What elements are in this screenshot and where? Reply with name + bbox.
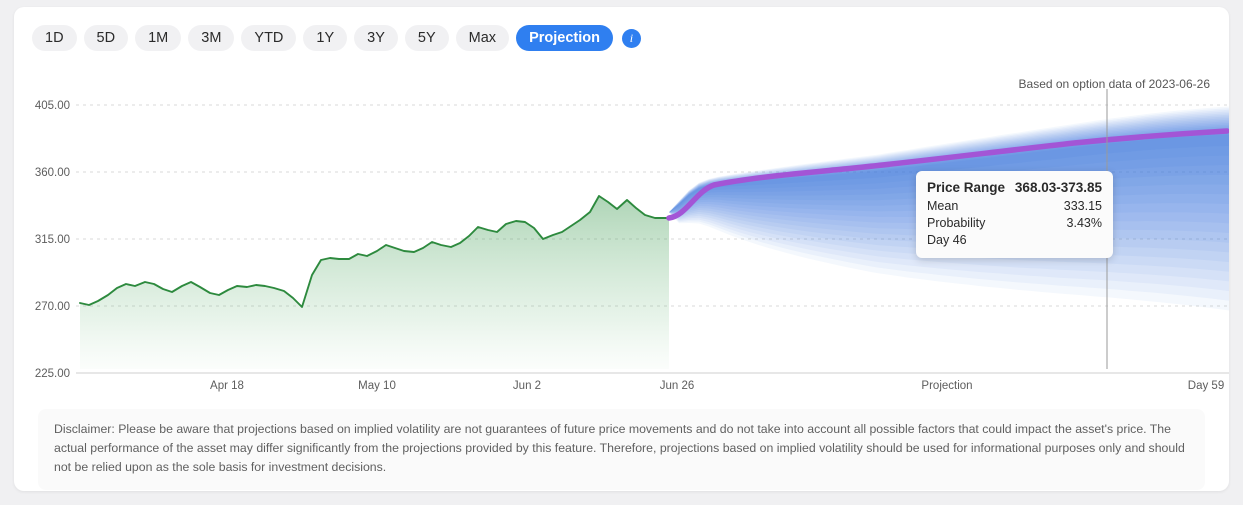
tooltip-probability-row: Probability 3.43% [927,215,1102,232]
range-button-1d[interactable]: 1D [32,25,77,51]
svg-text:Jun 2: Jun 2 [513,380,541,392]
chart-tooltip: Price Range 368.03-373.85 Mean 333.15 Pr… [916,171,1113,258]
range-button-1y[interactable]: 1Y [303,25,347,51]
range-button-3m[interactable]: 3M [188,25,234,51]
disclaimer-text: Disclaimer: Please be aware that project… [38,409,1205,490]
time-range-selector: 1D 5D 1M 3M YTD 1Y 3Y 5Y Max Projection … [32,25,641,51]
svg-text:405.00: 405.00 [35,100,70,112]
range-button-1m[interactable]: 1M [135,25,181,51]
range-button-ytd[interactable]: YTD [241,25,296,51]
svg-text:Apr 18: Apr 18 [210,380,244,392]
svg-text:Day 59: Day 59 [1188,380,1224,392]
svg-text:315.00: 315.00 [35,234,70,246]
projection-chart-card: 1D 5D 1M 3M YTD 1Y 3Y 5Y Max Projection … [14,7,1229,491]
svg-text:360.00: 360.00 [35,167,70,179]
tooltip-price-range-value: 368.03-373.85 [1015,179,1102,197]
svg-text:225.00: 225.00 [35,368,70,380]
range-button-5y[interactable]: 5Y [405,25,449,51]
tooltip-mean-row: Mean 333.15 [927,198,1102,215]
tooltip-price-range-label: Price Range [927,179,1005,197]
range-button-3y[interactable]: 3Y [354,25,398,51]
tooltip-probability-label: Probability [927,215,985,232]
svg-text:Jun 26: Jun 26 [660,380,695,392]
x-axis-labels: Apr 18 May 10 Jun 2 Jun 26 Projection Da… [210,380,1224,392]
source-note: Based on option data of 2023-06-26 [1019,77,1210,91]
svg-text:270.00: 270.00 [35,301,70,313]
y-axis-labels: 405.00 360.00 315.00 270.00 225.00 [35,100,70,380]
page-root: 1D 5D 1M 3M YTD 1Y 3Y 5Y Max Projection … [0,0,1243,505]
tooltip-probability-value: 3.43% [1067,215,1102,232]
info-icon[interactable]: i [622,29,641,48]
range-button-5d[interactable]: 5D [84,25,129,51]
svg-text:May 10: May 10 [358,380,396,392]
range-button-max[interactable]: Max [456,25,509,51]
tooltip-mean-value: 333.15 [1064,198,1102,215]
svg-text:Projection: Projection [921,380,972,392]
range-button-projection[interactable]: Projection [516,25,613,51]
tooltip-price-range-row: Price Range 368.03-373.85 [927,179,1102,197]
tooltip-mean-label: Mean [927,198,958,215]
history-series [80,196,669,373]
tooltip-day-label: Day 46 [927,232,1102,249]
